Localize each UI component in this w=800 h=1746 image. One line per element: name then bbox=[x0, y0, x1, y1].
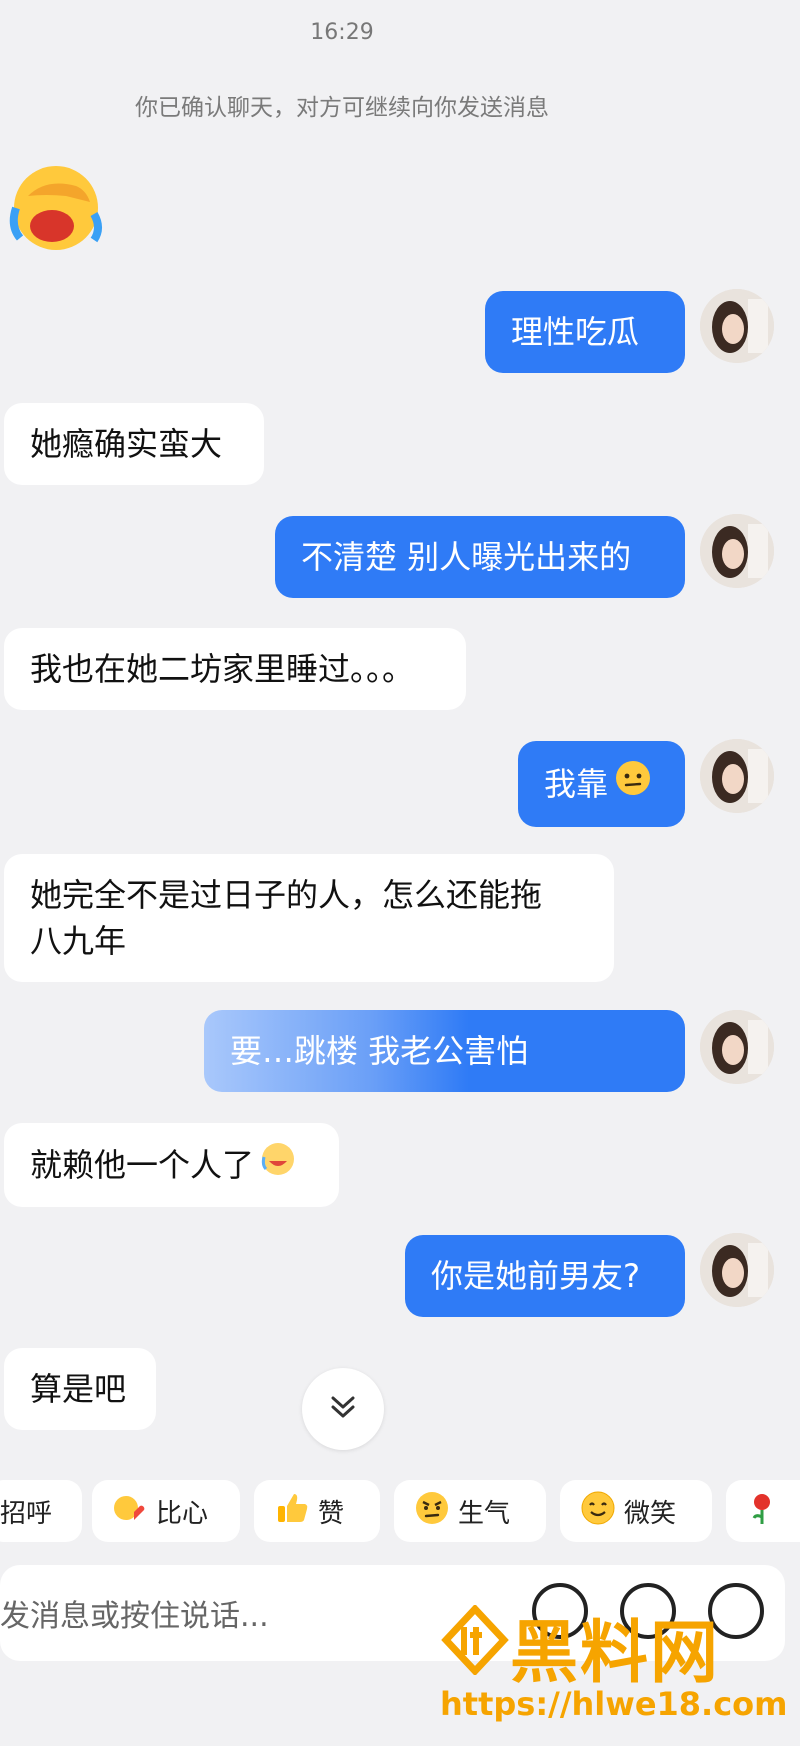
rose-icon bbox=[744, 1490, 780, 1533]
message-input[interactable]: 发消息或按住说话... bbox=[0, 1591, 269, 1635]
quick-reply-label: 赞 bbox=[318, 1498, 345, 1529]
system-notice: 你已确认聊天，对方可继续向你发送消息 bbox=[135, 95, 549, 121]
watermark-logo bbox=[440, 1603, 510, 1677]
quick-reply-rose[interactable] bbox=[726, 1480, 800, 1542]
avatar[interactable] bbox=[700, 1233, 774, 1307]
quick-reply-label: 比心 bbox=[156, 1498, 209, 1529]
watermark-url: https://hlwe18.com bbox=[440, 1685, 788, 1723]
finger-heart-icon bbox=[112, 1490, 148, 1533]
watermark-title: 黑料网 bbox=[510, 1614, 721, 1693]
timestamp: 16:29 bbox=[310, 20, 374, 45]
facepalm-laugh-emoji bbox=[6, 156, 106, 256]
incoming-message[interactable]: 算是吧 bbox=[4, 1348, 156, 1430]
double-chevron-down-icon bbox=[326, 1390, 360, 1428]
angry-face-icon bbox=[414, 1490, 450, 1533]
quick-reply-smile[interactable]: 微笑 bbox=[560, 1480, 712, 1542]
outgoing-message[interactable]: 我靠 bbox=[518, 741, 685, 827]
quick-reply-like[interactable]: 赞 bbox=[254, 1480, 380, 1542]
avatar[interactable] bbox=[700, 289, 774, 363]
quick-reply-label: 招呼 bbox=[0, 1498, 53, 1529]
outgoing-message[interactable]: 你是她前男友? bbox=[405, 1235, 685, 1317]
scroll-to-bottom-button[interactable] bbox=[302, 1368, 384, 1450]
quick-reply-label: 生气 bbox=[458, 1498, 511, 1529]
outgoing-message[interactable]: 理性吃瓜 bbox=[485, 291, 685, 373]
quick-reply-label: 微笑 bbox=[624, 1498, 677, 1529]
avatar[interactable] bbox=[700, 739, 774, 813]
message-text: 她瘾确实蛮大 bbox=[30, 425, 223, 463]
message-text: 我也在她二坊家里睡过。。。 bbox=[30, 650, 415, 688]
avatar[interactable] bbox=[700, 1010, 774, 1084]
quick-reply-greet[interactable]: 招呼 bbox=[0, 1480, 82, 1542]
incoming-message[interactable]: 她瘾确实蛮大 bbox=[4, 403, 264, 485]
quick-reply-finger-heart[interactable]: 比心 bbox=[92, 1480, 240, 1542]
message-text: 我靠 bbox=[544, 765, 609, 803]
avatar[interactable] bbox=[700, 514, 774, 588]
message-text: 算是吧 bbox=[30, 1370, 127, 1408]
thumbs-up-icon bbox=[274, 1490, 310, 1533]
incoming-message[interactable]: 就赖他一个人了 bbox=[4, 1123, 339, 1207]
outgoing-message[interactable]: 不清楚 别人曝光出来的 bbox=[275, 516, 685, 598]
incoming-message[interactable]: 她完全不是过日子的人，怎么还能拖 八九年 bbox=[4, 854, 614, 982]
laugh-cry-emoji bbox=[260, 1141, 296, 1189]
message-text: 要…跳楼 我老公害怕 bbox=[230, 1032, 529, 1070]
outgoing-message[interactable]: 要…跳楼 我老公害怕 bbox=[204, 1010, 685, 1092]
quick-reply-angry[interactable]: 生气 bbox=[394, 1480, 546, 1542]
message-text-line: 八九年 bbox=[30, 922, 127, 960]
message-text: 就赖他一个人了 bbox=[30, 1146, 255, 1184]
awkward-face-emoji bbox=[614, 759, 652, 809]
smile-face-icon bbox=[580, 1490, 616, 1533]
message-text-line: 她完全不是过日子的人，怎么还能拖 bbox=[30, 876, 543, 914]
message-text: 不清楚 别人曝光出来的 bbox=[301, 538, 632, 576]
message-text: 你是她前男友? bbox=[431, 1257, 640, 1295]
incoming-message[interactable]: 我也在她二坊家里睡过。。。 bbox=[4, 628, 466, 710]
message-text: 理性吃瓜 bbox=[511, 313, 640, 351]
watermark: 黑料网 https://hlwe18.com bbox=[440, 1603, 800, 1746]
